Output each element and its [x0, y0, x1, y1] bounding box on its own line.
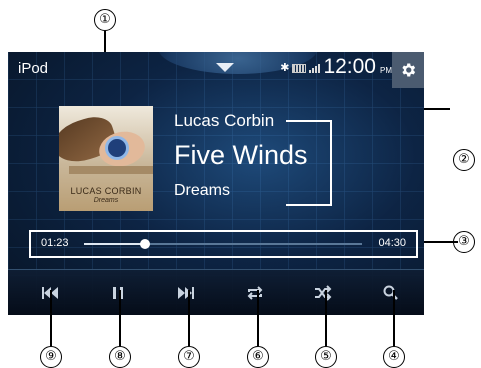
bluetooth-icon: ✱	[280, 62, 290, 74]
callout-7: ⑦	[178, 346, 200, 368]
callout-4: ④	[383, 346, 405, 368]
headphone-graphic	[105, 136, 129, 160]
progress-bar[interactable]	[84, 239, 362, 249]
chevron-down-icon[interactable]	[216, 63, 234, 72]
source-label[interactable]: iPod	[18, 60, 48, 77]
player-screen: iPod ✱ 12:00 PM LUCAS CORBIN Dreams Luca…	[8, 52, 424, 315]
shuffle-icon	[315, 284, 332, 301]
cover-artist-text: LUCAS CORBIN	[70, 186, 142, 196]
cover-title-text: Dreams	[93, 197, 119, 204]
progress-knob[interactable]	[140, 239, 151, 249]
callout-2: ②	[453, 149, 475, 171]
elapsed-time: 01:23	[41, 237, 69, 249]
callout-4-leader	[393, 290, 395, 346]
album-name: Dreams	[174, 182, 231, 199]
callout-3-leader	[424, 241, 458, 243]
callout-9-leader	[50, 290, 52, 346]
gear-icon	[402, 63, 416, 77]
skip-next-icon	[178, 286, 194, 299]
clock-ampm: PM	[380, 66, 392, 75]
callout-6: ⑥	[247, 346, 269, 368]
callout-8-leader	[119, 290, 121, 346]
progress-area: 01:23 04:30	[29, 230, 418, 258]
pause-button[interactable]	[84, 270, 152, 315]
battery-icon	[292, 64, 307, 73]
callout-9: ⑨	[40, 346, 62, 368]
callout-7-leader	[188, 290, 190, 346]
total-time: 04:30	[378, 237, 406, 249]
status-bar: ✱ 12:00 PM	[280, 56, 392, 78]
control-bar	[8, 269, 424, 315]
settings-button[interactable]	[392, 52, 424, 88]
search-icon	[383, 285, 398, 300]
album-artwork: LUCAS CORBIN Dreams	[59, 106, 153, 211]
clock-time: 12:00	[323, 55, 376, 78]
pause-icon	[113, 286, 123, 299]
track-info-bracket	[286, 120, 332, 206]
search-button[interactable]	[357, 270, 424, 315]
callout-1: ①	[94, 9, 116, 31]
next-button[interactable]	[152, 270, 220, 315]
callout-6-leader	[257, 290, 259, 346]
repeat-icon	[247, 285, 263, 300]
callout-5-leader	[325, 290, 327, 346]
callout-5: ⑤	[315, 346, 337, 368]
repeat-button[interactable]	[221, 270, 289, 315]
callout-8: ⑧	[109, 346, 131, 368]
shuffle-button[interactable]	[289, 270, 357, 315]
progress-fill	[84, 243, 146, 245]
signal-icon	[309, 64, 321, 73]
artist-name: Lucas Corbin	[174, 111, 275, 130]
